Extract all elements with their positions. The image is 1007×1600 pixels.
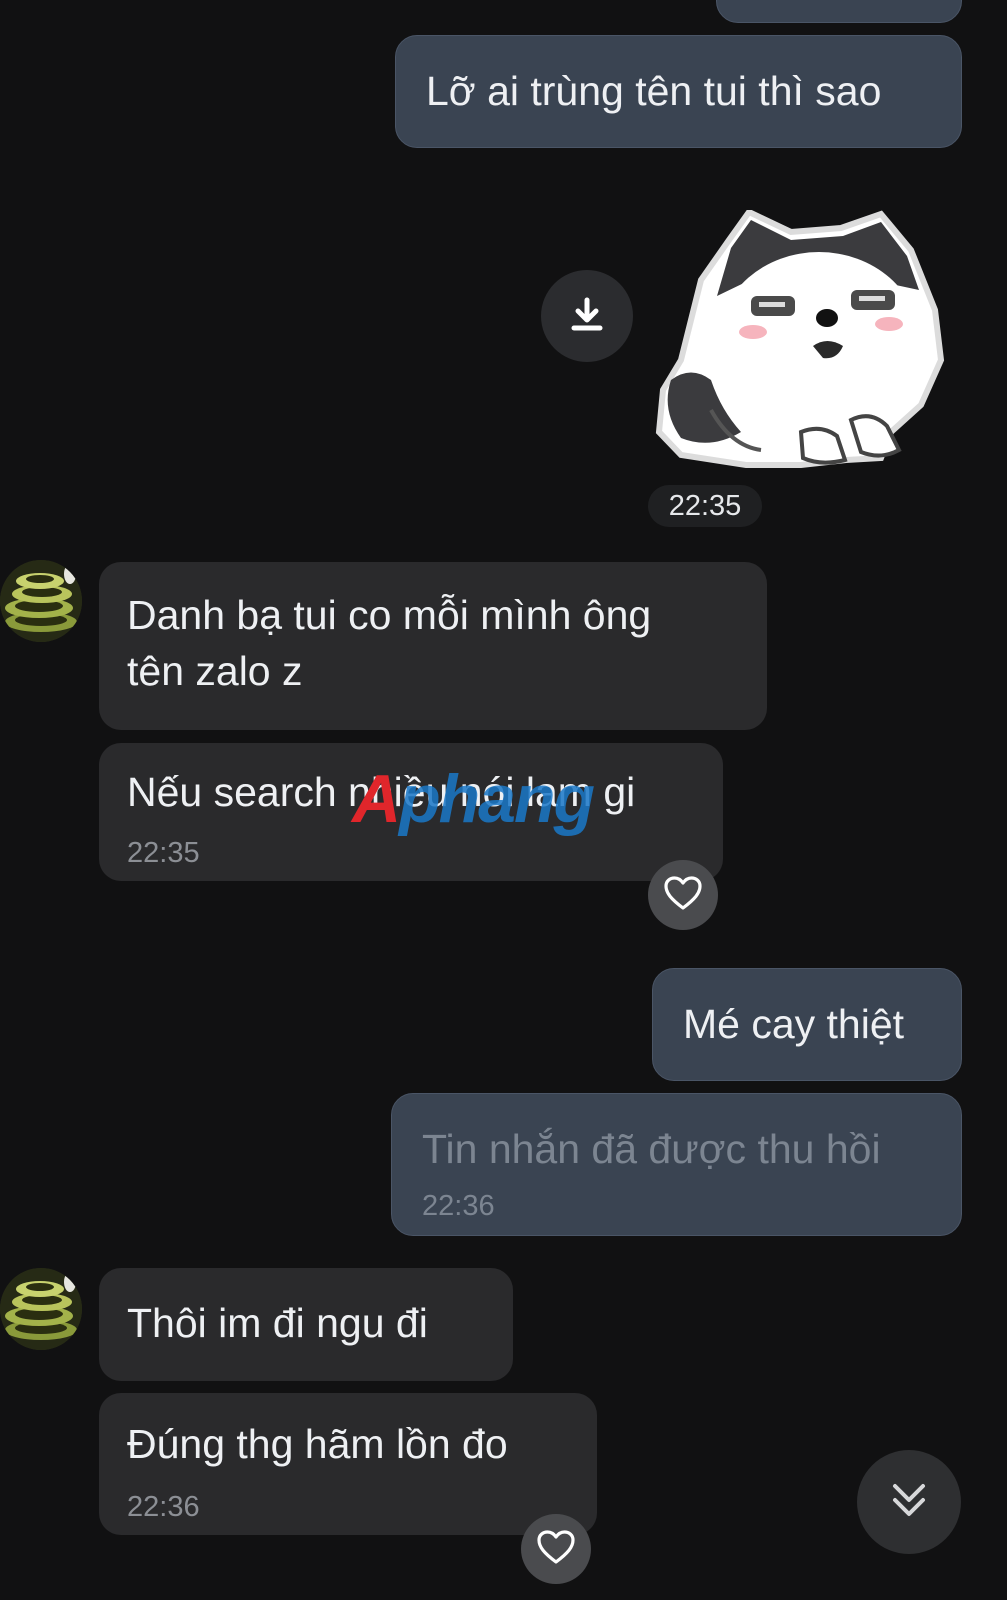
message-text: Đúng thg hãm lồn đo — [127, 1421, 508, 1467]
avatar[interactable] — [0, 1268, 82, 1350]
download-icon — [567, 294, 607, 339]
message-bubble-sent[interactable]: Mé cay thiệt — [652, 968, 962, 1081]
message-text-line1: Danh bạ tui co mỗi mình ông — [127, 592, 652, 638]
message-timestamp: 22:35 — [127, 837, 200, 869]
message-text: Mé cay thiệt — [683, 1001, 905, 1047]
message-bubble-received[interactable]: Đúng thg hãm lồn đo 22:36 — [99, 1393, 597, 1535]
message-timestamp: 22:36 — [127, 1491, 200, 1523]
react-button[interactable] — [648, 860, 718, 930]
message-bubble-sent[interactable]: Lỡ ai trùng tên tui thì sao — [395, 35, 962, 148]
message-text: Lỡ ai trùng tên tui thì sao — [426, 68, 882, 114]
sticker-timestamp: 22:35 — [648, 485, 762, 527]
avatar[interactable] — [0, 560, 82, 642]
heart-icon — [536, 1529, 576, 1570]
scroll-to-bottom-button[interactable] — [857, 1450, 961, 1554]
husky-sticker[interactable] — [651, 208, 961, 475]
react-button[interactable] — [521, 1514, 591, 1584]
message-bubble-partial[interactable] — [716, 0, 962, 23]
heart-icon — [663, 875, 703, 916]
chevron-double-down-icon — [887, 1478, 931, 1527]
message-text: Nếu search nhiều nói lam gi — [127, 769, 636, 815]
message-bubble-received[interactable]: Danh bạ tui co mỗi mình ông tên zalo z — [99, 562, 767, 730]
recalled-message-text: Tin nhắn đã được thu hồi — [422, 1126, 881, 1172]
message-timestamp: 22:36 — [422, 1190, 495, 1222]
message-bubble-received[interactable]: Thôi im đi ngu đi — [99, 1268, 513, 1381]
message-bubble-recalled[interactable]: Tin nhắn đã được thu hồi 22:36 — [391, 1093, 962, 1236]
message-text: Thôi im đi ngu đi — [127, 1300, 428, 1346]
download-button[interactable] — [541, 270, 633, 362]
message-text-line2: tên zalo z — [127, 648, 303, 694]
message-bubble-received[interactable]: Nếu search nhiều nói lam gi 22:35 — [99, 743, 723, 881]
